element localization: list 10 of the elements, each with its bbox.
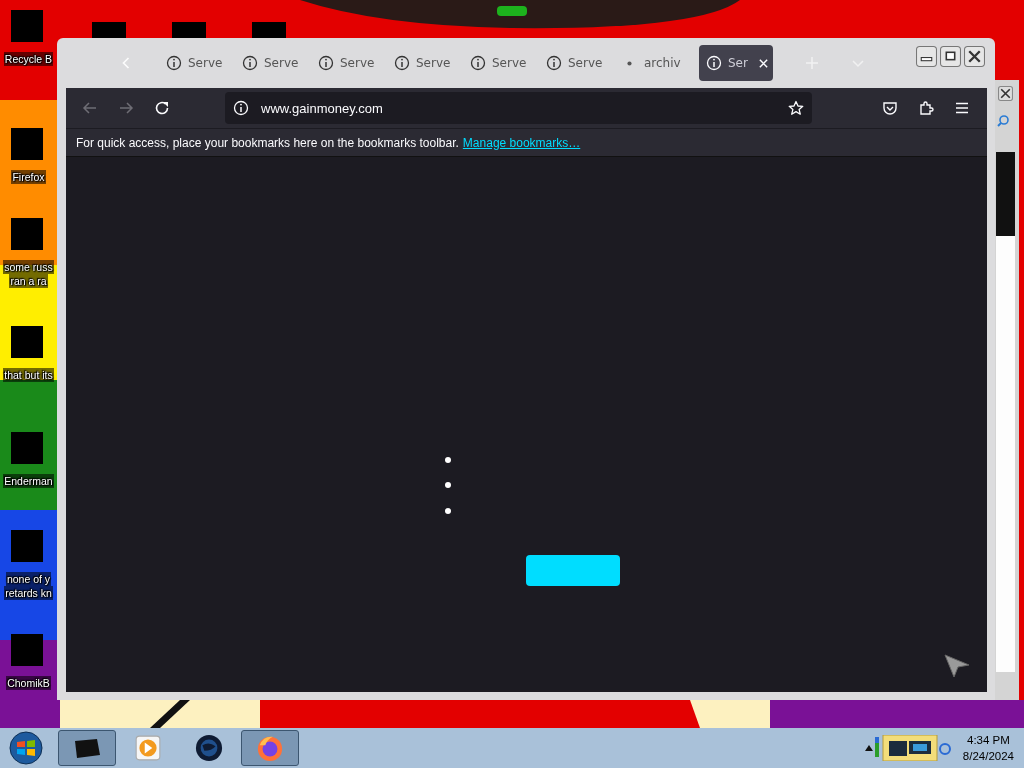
media-player-icon bbox=[133, 734, 163, 762]
taskbar-button[interactable] bbox=[241, 730, 299, 766]
firefox-icon bbox=[255, 734, 285, 762]
clock-date[interactable]: 8/24/2024 bbox=[962, 748, 1014, 764]
chevron-up-icon[interactable] bbox=[864, 744, 873, 752]
start-orb-icon[interactable] bbox=[8, 730, 44, 766]
taskbar-button[interactable] bbox=[58, 730, 116, 766]
globe-icon bbox=[194, 734, 224, 762]
clock-time[interactable]: 4:34 PM bbox=[967, 732, 1010, 748]
tray-icons-drawing[interactable] bbox=[874, 735, 951, 761]
